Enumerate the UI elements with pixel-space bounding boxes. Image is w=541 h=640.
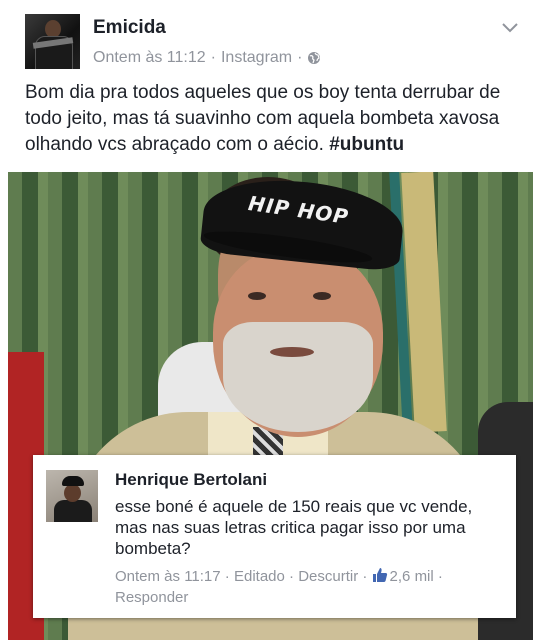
post-meta: Ontem às 11:12 · Instagram · (93, 49, 321, 67)
post-header: Emicida Ontem às 11:12 · Instagram · (0, 0, 541, 80)
chevron-down-icon[interactable] (501, 22, 519, 34)
separator: · (224, 568, 230, 585)
separator: · (297, 49, 303, 66)
commenter-avatar[interactable] (46, 470, 98, 522)
author-name[interactable]: Emicida (93, 17, 166, 39)
post-source[interactable]: Instagram (221, 49, 292, 67)
edited-label[interactable]: Editado (234, 568, 285, 585)
commenter-name[interactable]: Henrique Bertolani (115, 470, 267, 490)
globe-icon[interactable] (307, 51, 321, 65)
comment-text: esse boné é aquele de 150 reais que vc v… (115, 497, 473, 558)
separator: · (289, 568, 295, 585)
author-avatar[interactable] (25, 14, 80, 69)
comment-timestamp[interactable]: Ontem às 11:17 (115, 568, 221, 585)
thumbs-up-icon (372, 568, 387, 582)
likes-number: 2,6 mil (389, 568, 434, 585)
separator: · (437, 568, 443, 585)
comment-card: Henrique Bertolani esse boné é aquele de… (33, 455, 516, 618)
post-body: Bom dia pra todos aqueles que os boy ten… (25, 82, 501, 155)
reply-link[interactable]: Responder (115, 589, 188, 606)
separator: · (210, 49, 216, 66)
post-timestamp[interactable]: Ontem às 11:12 (93, 49, 206, 67)
separator: · (362, 568, 368, 585)
comment-actions: Ontem às 11:17 · Editado · Descurtir · 2… (115, 566, 505, 608)
unlike-link[interactable]: Descurtir (298, 568, 358, 585)
post-text: Bom dia pra todos aqueles que os boy ten… (25, 80, 525, 158)
hashtag-link[interactable]: #ubuntu (329, 134, 404, 155)
likes-count[interactable]: 2,6 mil (372, 568, 434, 585)
